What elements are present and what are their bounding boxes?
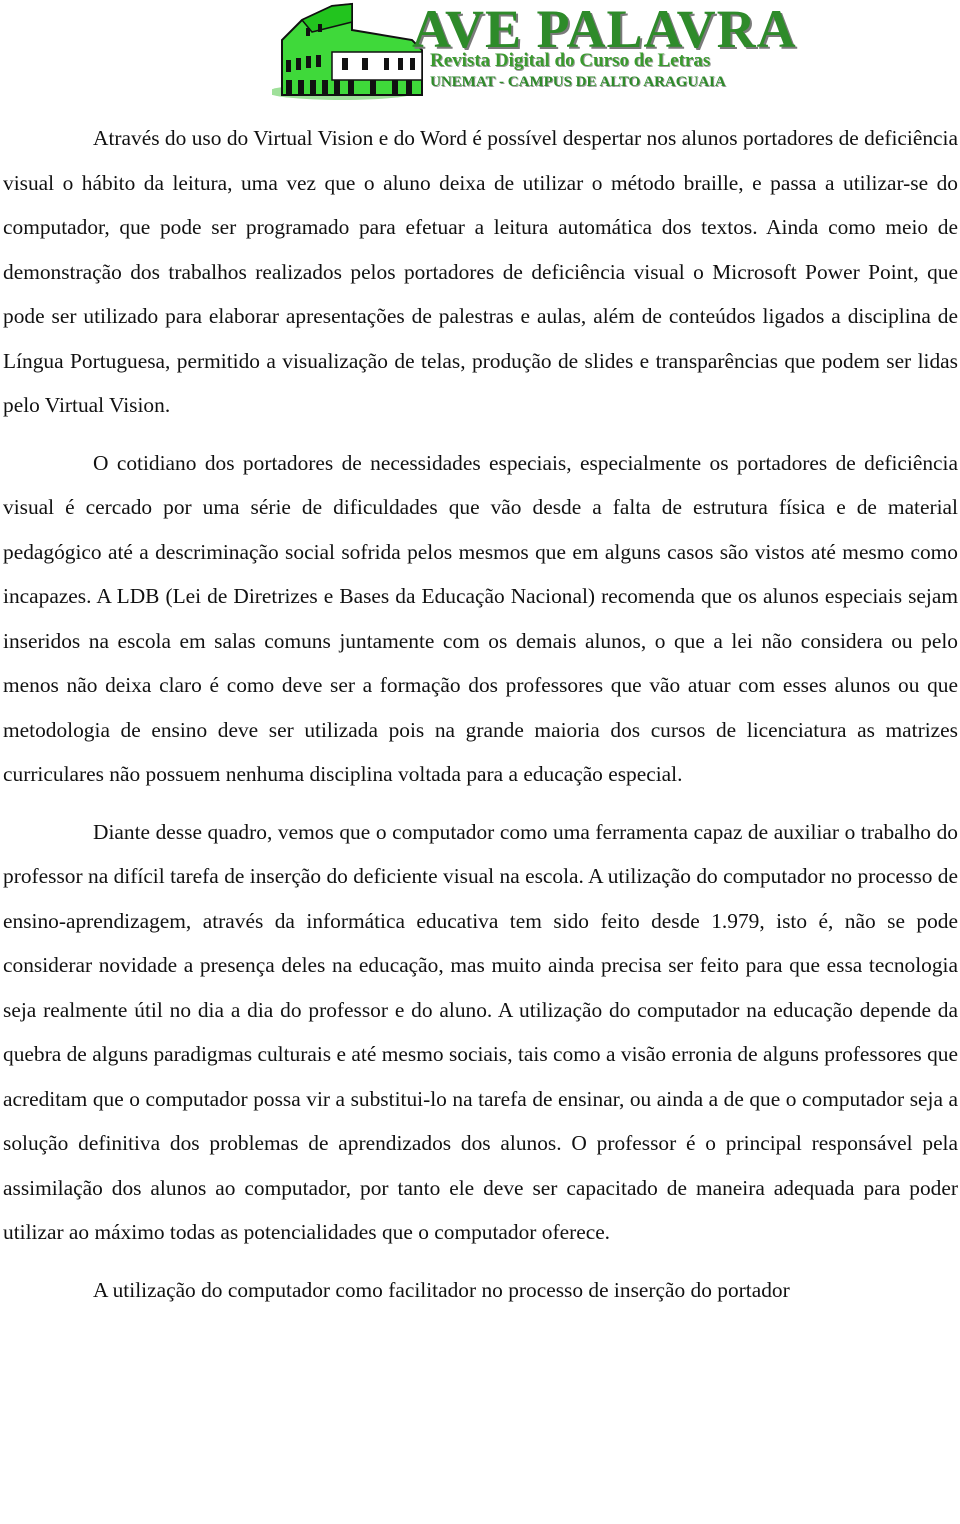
- paragraph: A utilização do computador como facilita…: [93, 1277, 790, 1302]
- coliseum-icon: [272, 2, 423, 100]
- document-body: Através do uso do Virtual Vision e do Wo…: [3, 116, 958, 1325]
- journal-subtitle: Revista Digital do Curso de Letras: [430, 50, 711, 71]
- journal-logo: AVE PALAVRA Revista Digital do Curso de …: [272, 0, 796, 100]
- journal-campus: UNEMAT - CAMPUS DE ALTO ARAGUAIA: [430, 74, 726, 90]
- paragraph: Através do uso do Virtual Vision e do Wo…: [3, 126, 958, 417]
- paragraph: Diante desse quadro, vemos que o computa…: [3, 819, 958, 1245]
- journal-title: AVE PALAVRA: [412, 0, 797, 59]
- paragraph: O cotidiano dos portadores de necessidad…: [3, 450, 958, 787]
